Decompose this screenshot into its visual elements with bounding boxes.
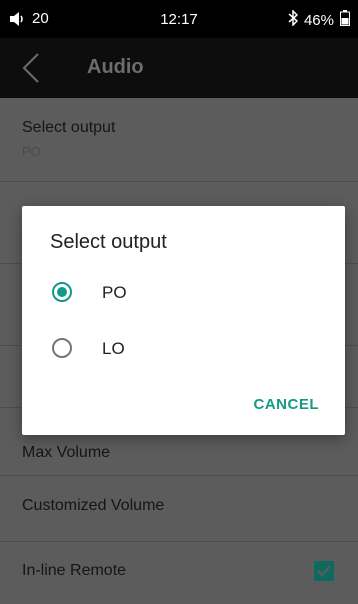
top-app-bar: Audio bbox=[0, 38, 358, 98]
status-bar: 20 12:17 46% bbox=[0, 0, 358, 38]
checkmark-icon bbox=[314, 565, 334, 585]
inline-remote-checkbox[interactable] bbox=[314, 561, 334, 581]
setting-label: Select output bbox=[22, 119, 116, 136]
battery-icon bbox=[340, 10, 350, 30]
battery-level: 46% bbox=[303, 11, 334, 29]
page-title: Audio bbox=[87, 56, 144, 78]
radio-po[interactable] bbox=[52, 282, 72, 302]
setting-select-output[interactable]: Select output PO bbox=[0, 98, 358, 182]
cancel-button[interactable]: CANCEL bbox=[254, 396, 320, 413]
bluetooth-icon bbox=[288, 9, 299, 30]
option-label: PO bbox=[102, 283, 127, 302]
select-output-dialog: Select output PO LO CANCEL bbox=[22, 206, 345, 435]
setting-label: Max Volume bbox=[22, 444, 111, 461]
setting-value: PO bbox=[22, 144, 41, 159]
setting-label: In-line Remote bbox=[22, 562, 127, 579]
back-button[interactable] bbox=[18, 52, 48, 84]
radio-lo[interactable] bbox=[52, 338, 72, 358]
option-label: LO bbox=[102, 339, 125, 358]
chevron-left-icon bbox=[18, 53, 48, 88]
setting-customized-volume[interactable]: Customized Volume bbox=[0, 476, 358, 542]
dialog-title: Select output bbox=[50, 231, 167, 253]
setting-label: Customized Volume bbox=[22, 497, 165, 514]
setting-inline-remote[interactable]: In-line Remote bbox=[0, 542, 358, 604]
option-po[interactable]: PO bbox=[22, 270, 345, 314]
option-lo[interactable]: LO bbox=[22, 326, 345, 370]
